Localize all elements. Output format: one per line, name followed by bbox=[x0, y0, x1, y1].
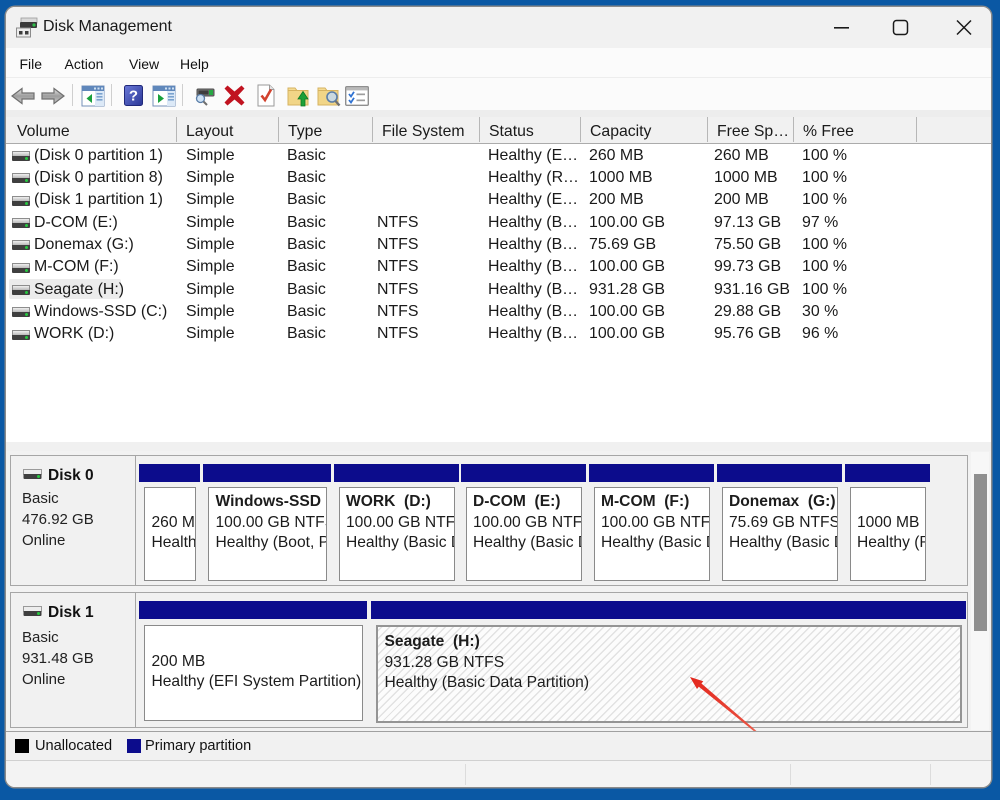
svg-text:?: ? bbox=[129, 88, 138, 105]
